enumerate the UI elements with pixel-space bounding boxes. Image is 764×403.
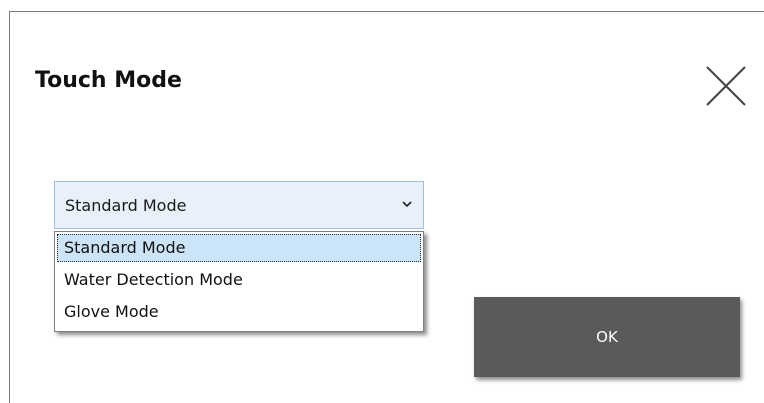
option-water-detection-mode[interactable]: Water Detection Mode — [57, 266, 421, 294]
option-glove-mode[interactable]: Glove Mode — [57, 298, 421, 326]
touch-mode-select[interactable]: Standard Mode — [54, 181, 424, 229]
chevron-down-icon — [402, 201, 412, 208]
select-dropdown-list: Standard Mode Water Detection Mode Glove… — [54, 231, 424, 332]
ok-button[interactable]: OK — [474, 297, 740, 377]
dialog-title: Touch Mode — [35, 68, 182, 93]
close-icon — [706, 66, 746, 106]
close-button[interactable] — [702, 62, 752, 112]
option-standard-mode[interactable]: Standard Mode — [57, 234, 421, 262]
touch-mode-dialog: Touch Mode Standard Mode Standard Mode W… — [9, 11, 764, 403]
select-value: Standard Mode — [65, 196, 187, 215]
